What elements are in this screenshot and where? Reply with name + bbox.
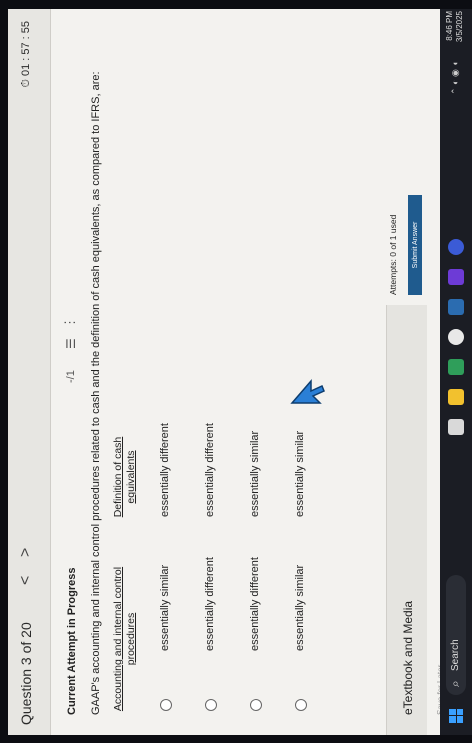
timer: ⏱ 01 : 57 : 55 bbox=[20, 21, 33, 88]
attempts-counter: Attempts: 0 of 1 used bbox=[388, 214, 398, 295]
more-icon[interactable]: ⋮ bbox=[62, 316, 78, 329]
answer-option-1[interactable]: essentially similar essentially differen… bbox=[158, 315, 178, 715]
folder-icon[interactable] bbox=[448, 389, 464, 405]
attempt-status: Current Attempt in Progress bbox=[66, 567, 78, 715]
outlook-icon[interactable] bbox=[448, 299, 464, 315]
teams-icon[interactable] bbox=[448, 269, 464, 285]
search-label: Search bbox=[450, 639, 461, 671]
taskbar: ⌕ Search ⌃ ◐ ◉ ◖ 8:46 PM 3/5/2025 bbox=[440, 9, 472, 735]
question-header: Question 3 of 20 < > ⏱ 01 : 57 : 55 bbox=[8, 9, 51, 735]
option-col1: essentially similar bbox=[294, 564, 306, 651]
option-col2: essentially similar bbox=[294, 430, 306, 517]
submit-answer-button[interactable]: Submit Answer bbox=[408, 195, 422, 295]
column-header-accounting: Accounting and internal control procedur… bbox=[112, 566, 137, 712]
system-tray-icons[interactable]: ⌃ ◐ ◉ ◖ bbox=[450, 61, 461, 95]
rotated-frame: Question 3 of 20 < > ⏱ 01 : 57 : 55 Curre… bbox=[0, 0, 472, 743]
radio-button[interactable] bbox=[250, 699, 262, 711]
windows-start-icon[interactable] bbox=[449, 709, 463, 723]
option-col2: essentially similar bbox=[249, 430, 261, 517]
question-title: Question 3 of 20 bbox=[18, 622, 34, 725]
list-icon[interactable]: ☰ bbox=[64, 338, 78, 349]
next-question-button[interactable]: > bbox=[17, 548, 35, 557]
clock-time: 8:46 PM bbox=[445, 11, 454, 41]
file-explorer-icon[interactable] bbox=[448, 419, 464, 435]
option-col1: essentially different bbox=[204, 557, 216, 651]
timer-value: 01 : 57 : 55 bbox=[20, 21, 32, 77]
search-icon: ⌕ bbox=[448, 680, 462, 687]
column-header-cash-equivalents: Definition of cash equivalents bbox=[112, 436, 137, 518]
chrome-icon[interactable] bbox=[448, 329, 464, 345]
question-text: GAAP's accounting and internal control p… bbox=[90, 71, 102, 715]
radio-button[interactable] bbox=[160, 699, 172, 711]
mouse-cursor-icon bbox=[290, 378, 325, 404]
previous-question-button[interactable]: < bbox=[17, 576, 35, 585]
taskbar-clock[interactable]: 8:46 PM 3/5/2025 bbox=[445, 11, 465, 45]
radio-button[interactable] bbox=[205, 699, 217, 711]
option-col1: essentially different bbox=[249, 557, 261, 651]
radio-button[interactable] bbox=[295, 699, 307, 711]
option-col2: essentially different bbox=[159, 423, 171, 517]
browser-viewport: Question 3 of 20 < > ⏱ 01 : 57 : 55 Curre… bbox=[8, 9, 472, 735]
answer-option-4[interactable]: essentially similar essentially similar bbox=[293, 315, 313, 715]
taskbar-search[interactable]: ⌕ Search bbox=[446, 575, 466, 695]
option-col2: essentially different bbox=[204, 423, 216, 517]
discord-icon[interactable] bbox=[448, 239, 464, 255]
clock-date: 3/5/2025 bbox=[455, 11, 464, 43]
etextbook-bar[interactable]: eTextbook and Media bbox=[386, 305, 427, 735]
answer-option-3[interactable]: essentially different essentially simila… bbox=[248, 315, 268, 715]
etextbook-label: eTextbook and Media bbox=[401, 600, 415, 715]
option-col1: essentially similar bbox=[159, 564, 171, 651]
clock-icon: ⏱ bbox=[20, 79, 32, 88]
question-score: -/1 bbox=[65, 370, 77, 383]
excel-icon[interactable] bbox=[448, 359, 464, 375]
answer-option-2[interactable]: essentially different essentially differ… bbox=[203, 315, 223, 715]
